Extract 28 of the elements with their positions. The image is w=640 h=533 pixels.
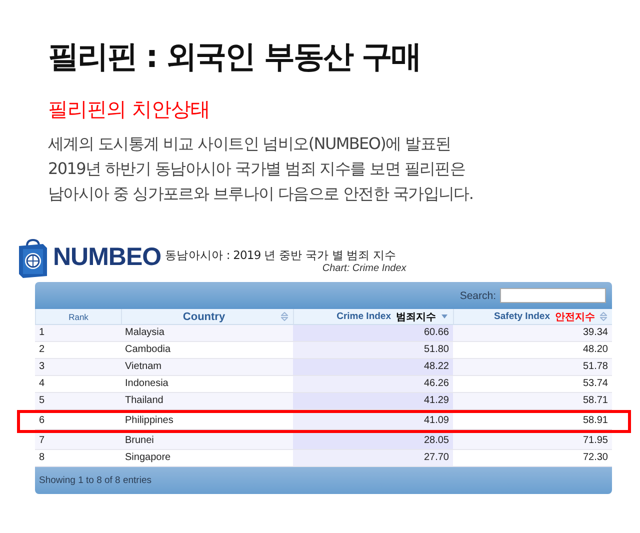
intro-paragraph: 세계의 도시통계 비교 사이트인 넘비오(NUMBEO)에 발표된 2019년 하반기 동남아시아 국가별 범죄 지수를 보면 필리핀은 남아시아 중 싱가포르와 브루나이 다음으로 안전한 국가입니다. <box>48 133 474 205</box>
shopping-bag-icon <box>17 238 49 278</box>
table-cell: 28.05 <box>293 433 453 450</box>
section-heading: 필리핀의 치안상태 <box>48 96 211 123</box>
table-cell: 60.66 <box>293 325 453 342</box>
sort-descending-icon[interactable] <box>441 314 448 319</box>
table-cell: Philippines <box>121 413 293 430</box>
search-field[interactable] <box>500 288 606 303</box>
page-title: 필리핀 : 외국인 부동산 구매 <box>48 38 422 77</box>
table-info: Showing 1 to 8 of 8 entries <box>35 467 612 494</box>
search-label: Search: <box>460 290 496 302</box>
sort-icon[interactable] <box>280 312 288 321</box>
table-cell: 48.22 <box>293 359 453 376</box>
chart-heading: 동남아시아 : 2019 년 중반 국가 별 범죄 지수 <box>165 248 396 263</box>
column-header[interactable]: Rank <box>35 309 121 324</box>
table-cell: 46.26 <box>293 376 453 393</box>
chart-caption: Chart: Crime Index <box>322 263 406 274</box>
table-cell: 41.29 <box>293 393 453 410</box>
column-header[interactable]: Country <box>121 309 293 324</box>
sort-icon[interactable] <box>600 312 607 321</box>
table-cell: 51.80 <box>293 342 453 359</box>
table-cell: 6 <box>35 413 121 430</box>
brand-logo: NUMBEO <box>53 242 162 272</box>
table-cell: 58.91 <box>453 413 612 430</box>
column-header[interactable]: Crime Index 범죄지수 <box>293 309 453 324</box>
table-cell: 41.09 <box>293 413 453 430</box>
table-cell: 27.70 <box>293 450 453 467</box>
column-header[interactable]: Safety Index 안전지수 <box>453 309 612 324</box>
